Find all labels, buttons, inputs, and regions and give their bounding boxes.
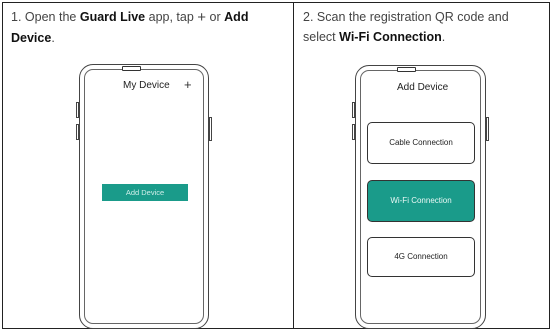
wifi-connection-label: Wi-Fi Connection [339,30,442,44]
step-2-period: . [441,30,446,44]
app-name: Guard Live [79,10,146,24]
power-button [486,117,489,141]
step-1-text-app-tap: app, tap [148,10,194,24]
volume-down-button [352,124,355,140]
cable-connection-button[interactable]: Cable Connection [367,122,475,164]
step-2-instruction: 2. Scan the registration QR code and sel… [303,7,543,47]
phone-speaker [122,66,141,71]
step-1-text-or: or [209,10,221,24]
power-button [209,117,212,141]
volume-up-button [76,102,79,118]
volume-up-button [352,102,355,118]
my-device-title: My Device [123,80,170,91]
plus-icon: + [197,9,207,26]
phone-speaker [397,67,416,72]
add-device-button[interactable]: Add Device [102,184,188,201]
step-1-instruction: 1. Open the Guard Live app, tap + or Add… [11,7,283,48]
add-plus-icon[interactable]: + [184,78,192,91]
4g-connection-button[interactable]: 4G Connection [367,237,475,277]
step-1-text-open: Open the [24,10,77,24]
step-2-number: 2. [303,10,314,24]
column-divider [293,2,294,329]
step-1-number: 1. [11,10,22,24]
add-device-title: Add Device [397,82,449,93]
volume-down-button [76,124,79,140]
wifi-connection-button[interactable]: Wi-Fi Connection [367,180,475,222]
step-1-period: . [51,31,55,45]
